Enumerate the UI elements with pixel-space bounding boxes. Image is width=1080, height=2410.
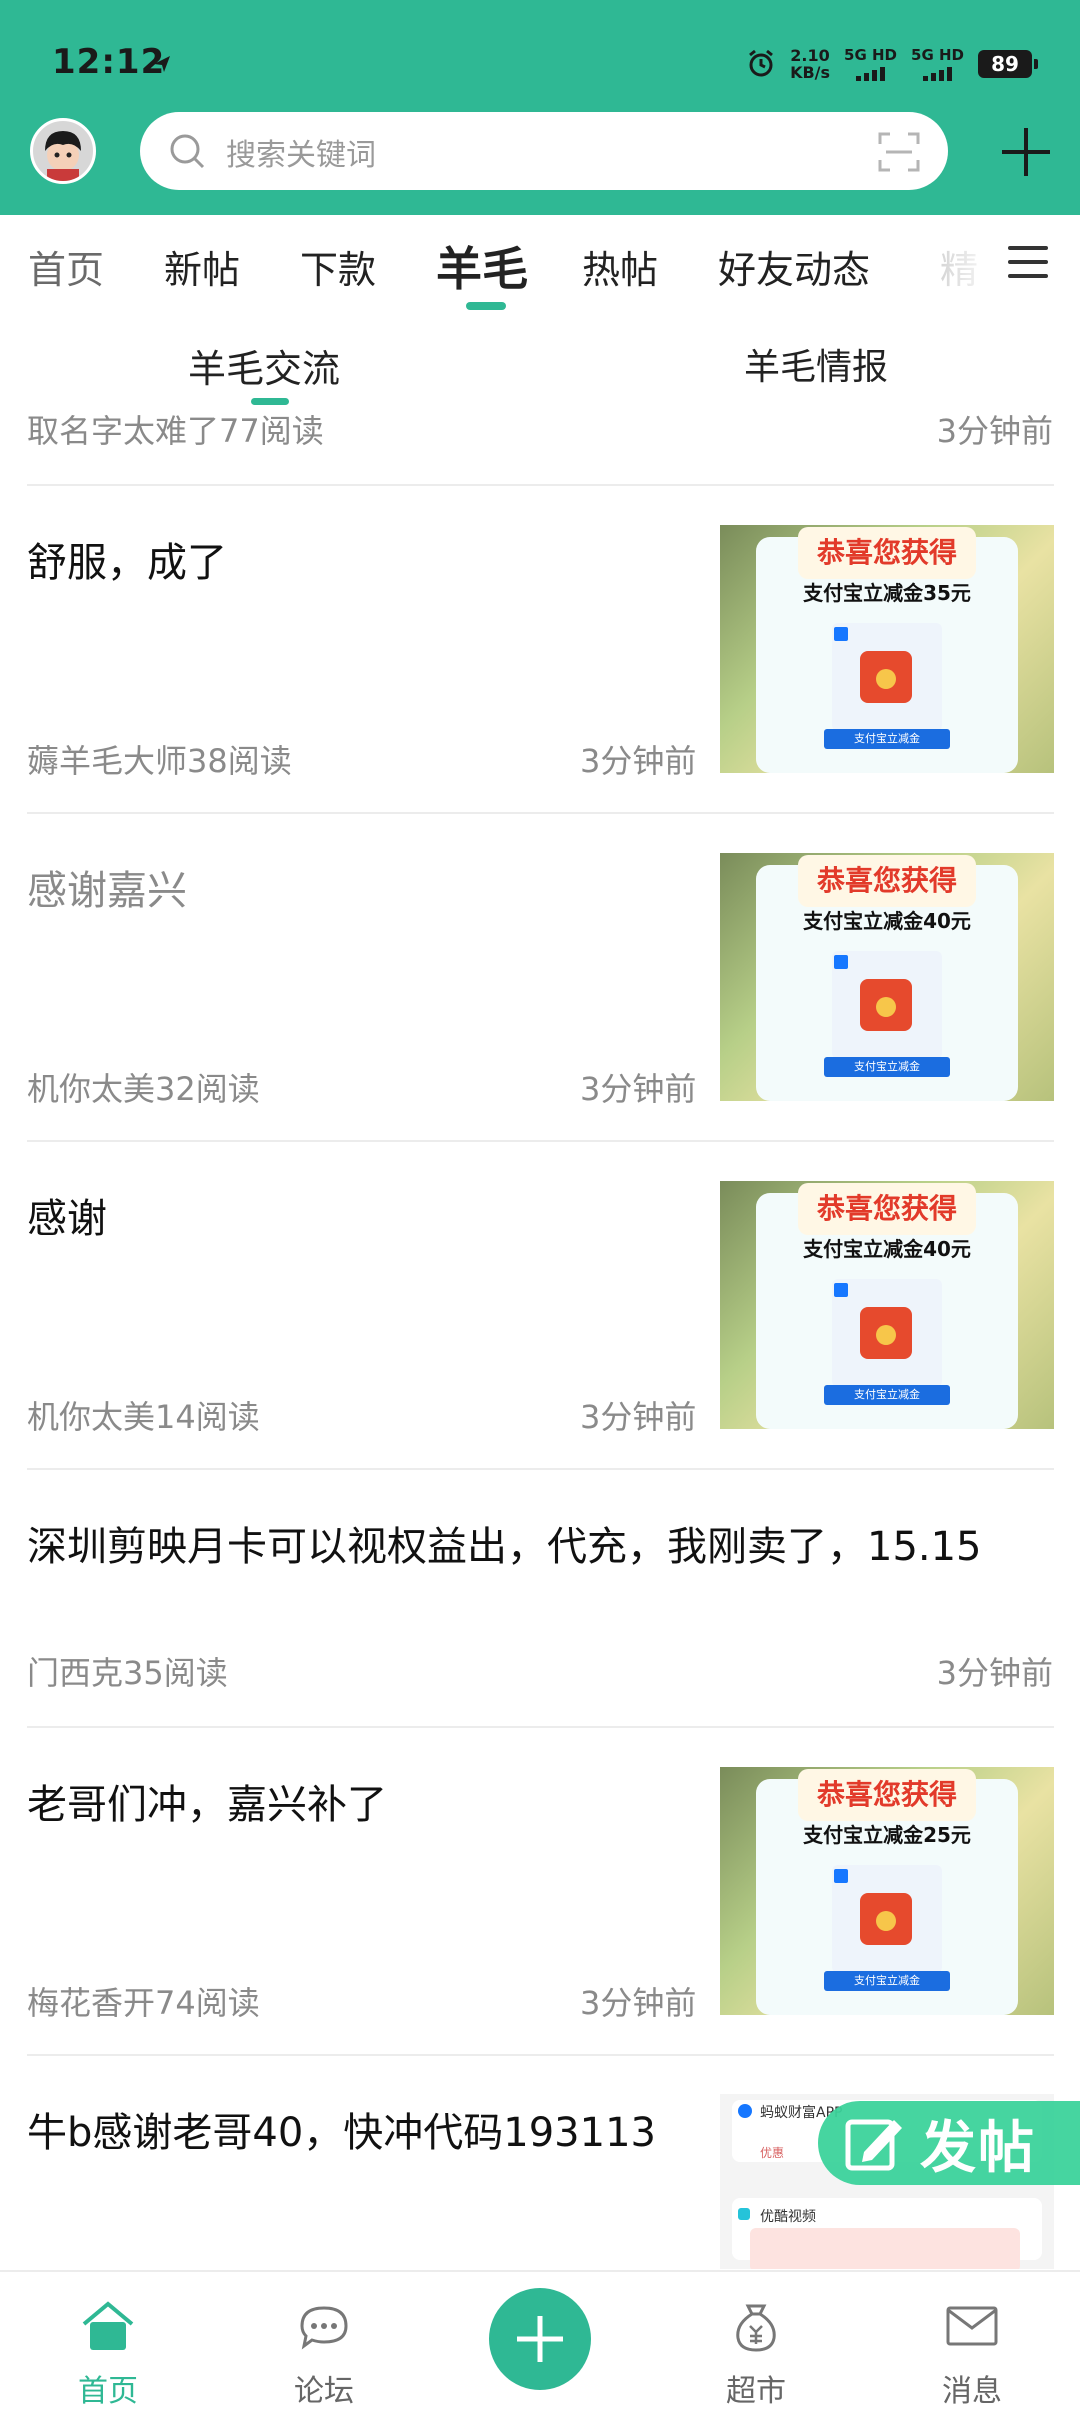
search-bar[interactable]: 搜索关键词 — [140, 112, 948, 190]
post-thumbnail[interactable]: 恭喜您获得 支付宝立减金25元 支付宝立减金 — [720, 1767, 1054, 2015]
edit-icon — [845, 2119, 902, 2171]
divider — [27, 484, 1054, 486]
post-thumbnail[interactable]: 恭喜您获得 支付宝立减金40元 支付宝立减金 — [720, 853, 1054, 1101]
thumb-button: 支付宝立减金 — [824, 1385, 950, 1405]
post-title[interactable]: 感谢 — [27, 1186, 107, 1244]
avatar-icon — [45, 131, 81, 181]
post-meta: 取名字太难了77阅读 — [27, 412, 324, 450]
post-time: 3分钟前 — [580, 742, 697, 780]
active-subtab-indicator — [251, 398, 289, 405]
subtab-wool-exchange[interactable]: 羊毛交流 — [188, 338, 340, 393]
mail-icon — [946, 2306, 998, 2346]
signal-sim1: 5G HD — [844, 47, 897, 81]
signal-sim2: 5G HD — [911, 47, 964, 81]
thumb-amount: 支付宝立减金40元 — [803, 909, 971, 933]
alipay-logo-icon — [834, 1283, 848, 1297]
home-icon — [82, 2301, 134, 2350]
thumb-banner: 恭喜您获得 — [798, 1183, 976, 1235]
divider — [27, 1726, 1054, 1728]
add-icon[interactable] — [998, 124, 1054, 180]
post-title[interactable]: 感谢嘉兴 — [27, 858, 187, 916]
tabs-fade — [930, 220, 1000, 300]
thumb-banner: 恭喜您获得 — [798, 527, 976, 579]
thumb-banner: 恭喜您获得 — [798, 855, 976, 907]
status-bar: 12:12 2.10 KB/s 5G HD 5G HD 89 — [0, 0, 1080, 120]
create-post-button[interactable]: 发帖 — [818, 2101, 1080, 2185]
tab-new-posts[interactable]: 新帖 — [164, 239, 240, 294]
bottom-nav-forum[interactable]: 论坛 — [244, 2272, 404, 2410]
net-speed: 2.10 KB/s — [790, 46, 831, 82]
thumb-amount: 支付宝立减金35元 — [803, 581, 971, 605]
avatar[interactable] — [30, 118, 96, 184]
alipay-logo-icon — [834, 627, 848, 641]
bottom-nav-label: 论坛 — [294, 2374, 354, 2409]
post-time: 3分钟前 — [936, 412, 1053, 450]
signal-bars-icon — [923, 65, 952, 81]
signal-bars-icon — [856, 65, 886, 81]
category-tabs: 首页 新帖 下款 羊毛 热帖 好友动态 精 — [0, 215, 1080, 315]
battery-icon: 89 — [978, 50, 1038, 78]
divider — [27, 1468, 1054, 1470]
menu-icon[interactable] — [1008, 246, 1048, 278]
tab-wool[interactable]: 羊毛 — [436, 233, 528, 299]
post-time: 3分钟前 — [580, 1070, 697, 1108]
scan-icon[interactable] — [878, 132, 920, 172]
navigation-arrow-icon — [154, 56, 170, 72]
bottom-nav-messages[interactable]: 消息 — [892, 2272, 1052, 2410]
money-bag-icon — [736, 2304, 776, 2352]
search-input[interactable]: 搜索关键词 — [226, 130, 376, 174]
thumb-promo — [750, 2228, 1020, 2269]
bottom-nav-home[interactable]: 首页 — [28, 2272, 188, 2410]
post-meta: 梅花香开74阅读 — [27, 1984, 260, 2022]
divider — [27, 812, 1054, 814]
tab-home[interactable]: 首页 — [28, 239, 104, 294]
app-header: 12:12 2.10 KB/s 5G HD 5G HD 89 搜索关键词 — [0, 0, 1080, 215]
thumb-banner: 恭喜您获得 — [798, 1769, 976, 1821]
thumb-button: 支付宝立减金 — [824, 1057, 950, 1077]
post-meta: 门西克35阅读 — [27, 1654, 228, 1692]
app-logo-icon — [738, 2104, 752, 2118]
thumb-app-name: 优酷视频 — [760, 2209, 816, 2225]
chat-bubble-icon — [300, 2306, 348, 2350]
tab-friends[interactable]: 好友动态 — [718, 239, 870, 294]
thumb-button: 支付宝立减金 — [824, 729, 950, 749]
status-time: 12:12 — [52, 42, 166, 82]
post-title[interactable]: 深圳剪映月卡可以视权益出，代充，我刚卖了，15.15 — [27, 1514, 982, 1572]
alipay-logo-icon — [834, 1869, 848, 1883]
alarm-icon — [749, 49, 773, 77]
bottom-nav-label: 消息 — [942, 2374, 1002, 2409]
post-time: 3分钟前 — [580, 1984, 697, 2022]
create-post-label: 发帖 — [920, 2115, 1036, 2181]
post-title[interactable]: 舒服，成了 — [27, 530, 227, 588]
bottom-nav-label: 超市 — [726, 2374, 786, 2409]
post-title[interactable]: 牛b感谢老哥40，快冲代码193113 — [27, 2100, 656, 2158]
thumb-amount: 支付宝立减金25元 — [803, 1823, 971, 1847]
active-tab-indicator — [466, 302, 506, 310]
alipay-logo-icon — [834, 955, 848, 969]
post-meta: 机你太美32阅读 — [27, 1070, 260, 1108]
post-thumbnail[interactable]: 恭喜您获得 支付宝立减金40元 支付宝立减金 — [720, 1181, 1054, 1429]
thumb-amount: 支付宝立减金40元 — [803, 1237, 971, 1261]
thumb-tag: 优惠 — [760, 2146, 785, 2160]
app-logo-icon — [738, 2208, 750, 2220]
divider — [27, 1140, 1054, 1142]
post-time: 3分钟前 — [580, 1398, 697, 1436]
center-add-button[interactable] — [489, 2288, 591, 2390]
search-icon — [170, 134, 205, 169]
tab-loans[interactable]: 下款 — [300, 239, 376, 294]
post-meta: 机你太美14阅读 — [27, 1398, 260, 1436]
post-thumbnail[interactable]: 恭喜您获得 支付宝立减金35元 支付宝立减金 — [720, 525, 1054, 773]
plus-icon — [517, 2316, 563, 2362]
tab-hot-posts[interactable]: 热帖 — [582, 239, 658, 294]
post-meta: 薅羊毛大师38阅读 — [27, 742, 292, 780]
post-time: 3分钟前 — [936, 1654, 1053, 1692]
bottom-nav-market[interactable]: 超市 — [676, 2272, 836, 2410]
divider — [27, 2054, 1054, 2056]
post-title[interactable]: 老哥们冲，嘉兴补了 — [27, 1772, 387, 1830]
bottom-nav-label: 首页 — [78, 2374, 138, 2409]
status-right: 2.10 KB/s 5G HD 5G HD 89 — [746, 42, 1038, 86]
subtab-wool-info[interactable]: 羊毛情报 — [744, 338, 888, 390]
thumb-button: 支付宝立减金 — [824, 1971, 950, 1991]
